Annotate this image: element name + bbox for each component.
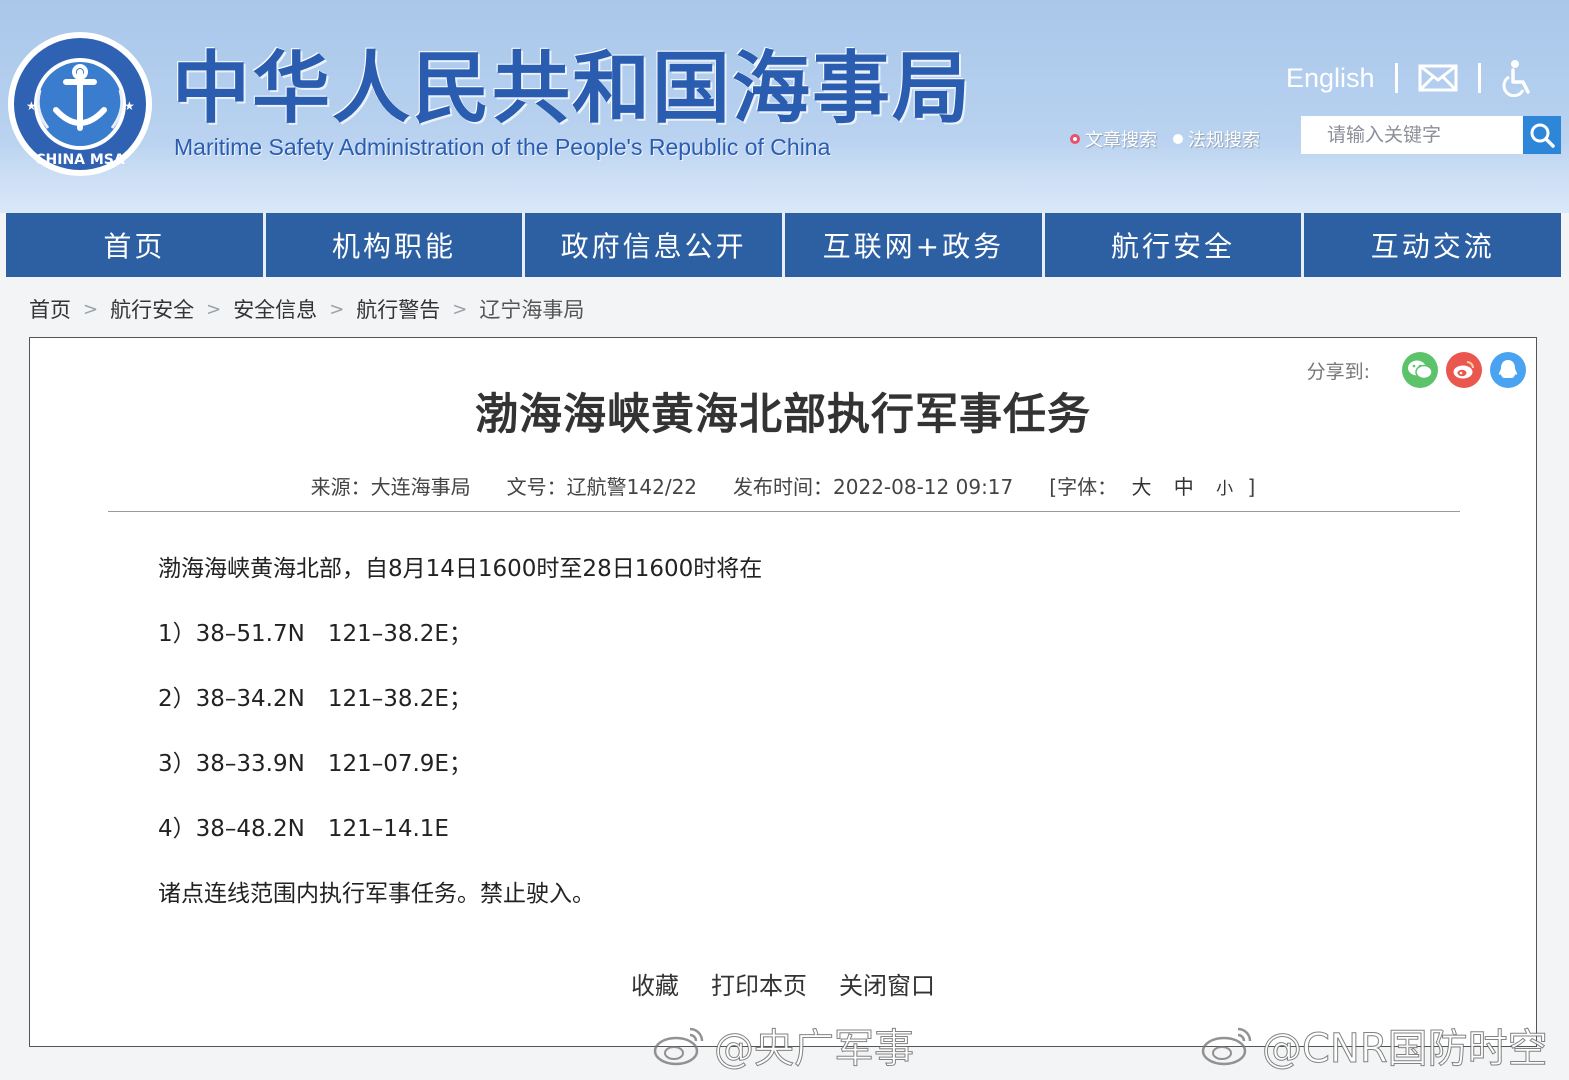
nav-item-home[interactable]: 首页 bbox=[6, 213, 266, 277]
top-links: English bbox=[1286, 58, 1535, 98]
divider bbox=[1394, 63, 1398, 93]
radio-regulation-search[interactable]: 法规搜索 bbox=[1173, 126, 1260, 152]
meta-source: 来源：大连海事局 bbox=[310, 475, 471, 499]
meta-doc-number: 文号：辽航警142/22 bbox=[506, 475, 698, 499]
breadcrumb-navigation-safety[interactable]: 航行安全 bbox=[110, 294, 194, 324]
radio-label: 法规搜索 bbox=[1188, 130, 1260, 151]
font-size-medium[interactable]: 中 bbox=[1174, 475, 1194, 499]
weibo-watermark-icon bbox=[653, 1027, 704, 1066]
nav-item-functions[interactable]: 机构职能 bbox=[265, 213, 526, 277]
radio-label: 文章搜索 bbox=[1085, 130, 1157, 151]
meta-divider bbox=[108, 511, 1460, 512]
radio-article-search[interactable]: 文章搜索 bbox=[1070, 126, 1157, 152]
font-size-bracket: ] bbox=[1247, 475, 1256, 499]
coordinate-item: 4）38–48.2N 121–14.1E bbox=[158, 816, 449, 842]
nav-item-interaction[interactable]: 互动交流 bbox=[1304, 213, 1562, 277]
font-size-small[interactable]: 小 bbox=[1216, 479, 1233, 499]
breadcrumb-nav-warning[interactable]: 航行警告 bbox=[356, 294, 440, 324]
breadcrumb-liaoning-msa[interactable]: 辽宁海事局 bbox=[479, 294, 584, 324]
article-panel: 分享到: 渤海海峡黄海北部执行军事任务 来源：大连海事局 文号：辽航警142/2… bbox=[29, 337, 1537, 1047]
breadcrumb-separator: > bbox=[83, 298, 99, 320]
nav-item-navigation-safety[interactable]: 航行安全 bbox=[1044, 213, 1305, 277]
watermark-text: @央广军事 bbox=[714, 1026, 915, 1073]
close-window-link[interactable]: 关闭窗口 bbox=[839, 966, 935, 1001]
breadcrumb-separator: > bbox=[452, 298, 468, 320]
print-link[interactable]: 打印本页 bbox=[711, 966, 807, 1001]
font-size-large[interactable]: 大 bbox=[1131, 475, 1151, 499]
svg-text:★: ★ bbox=[124, 99, 135, 113]
weibo-watermark-icon bbox=[1201, 1027, 1252, 1066]
breadcrumb-separator: > bbox=[206, 298, 222, 320]
coordinate-item: 3）38–33.9N 121–07.9E； bbox=[158, 751, 472, 777]
divider bbox=[1477, 63, 1481, 93]
font-size-label: [字体： bbox=[1049, 475, 1118, 499]
article-title: 渤海海峡黄海北部执行军事任务 bbox=[475, 390, 1091, 440]
msa-logo[interactable]: ★ ★ CHINA MSA bbox=[6, 30, 154, 178]
font-size-switcher: [字体： 大 中 小 ] bbox=[1049, 471, 1255, 500]
favorite-link[interactable]: 收藏 bbox=[631, 966, 679, 1001]
breadcrumb-home[interactable]: 首页 bbox=[29, 294, 71, 324]
meta-publish-time: 发布时间：2022-08-12 09:17 bbox=[733, 475, 1014, 499]
article-meta: 来源：大连海事局 文号：辽航警142/22 发布时间：2022-08-12 09… bbox=[30, 471, 1536, 500]
coordinate-item: 1）38–51.7N 121–38.2E； bbox=[158, 621, 472, 647]
search-input[interactable] bbox=[1301, 116, 1523, 154]
svg-text:CHINA MSA: CHINA MSA bbox=[35, 152, 125, 168]
search-button[interactable] bbox=[1523, 116, 1561, 154]
site-subtitle: Maritime Safety Administration of the Pe… bbox=[174, 134, 831, 160]
radio-dot[interactable] bbox=[1173, 134, 1183, 144]
watermark-text: @CNR国防时空 bbox=[1262, 1026, 1549, 1073]
main-nav: 首页 机构职能 政府信息公开 互联网+政务 航行安全 互动交流 bbox=[6, 213, 1562, 277]
site-header: ★ ★ CHINA MSA 中华人民共和国海事局 Maritime Safety… bbox=[0, 0, 1569, 213]
watermark-cnr-defense: @CNR国防时空 bbox=[1200, 1016, 1548, 1074]
watermark-cnr-military: @央广军事 bbox=[652, 1016, 915, 1074]
breadcrumb: 首页 > 航行安全 > 安全信息 > 航行警告 > 辽宁海事局 bbox=[29, 293, 584, 325]
article-actions: 收藏 打印本页 关闭窗口 bbox=[30, 966, 1536, 1001]
coordinate-item: 2）38–34.2N 121–38.2E； bbox=[158, 686, 472, 712]
search-options: 文章搜索 法规搜索 bbox=[1070, 126, 1276, 152]
radio-dot-selected[interactable] bbox=[1070, 134, 1080, 144]
search-icon bbox=[1530, 123, 1555, 148]
site-title[interactable]: 中华人民共和国海事局 bbox=[172, 44, 972, 134]
mail-icon[interactable] bbox=[1418, 64, 1458, 92]
accessibility-icon[interactable] bbox=[1501, 59, 1535, 97]
nav-item-gov-info[interactable]: 政府信息公开 bbox=[525, 213, 786, 277]
svg-text:★: ★ bbox=[26, 99, 37, 113]
breadcrumb-safety-info[interactable]: 安全信息 bbox=[233, 294, 317, 324]
breadcrumb-separator: > bbox=[329, 298, 345, 320]
body-paragraph: 渤海海峡黄海北部，自8月14日1600时至28日1600时将在 bbox=[158, 556, 763, 582]
english-link[interactable]: English bbox=[1286, 63, 1375, 94]
nav-item-internet-gov[interactable]: 互联网+政务 bbox=[785, 213, 1045, 277]
body-paragraph: 诸点连线范围内执行军事任务。禁止驶入。 bbox=[158, 881, 595, 907]
article-body: 渤海海峡黄海北部，自8月14日1600时至28日1600时将在 1）38–51.… bbox=[158, 551, 762, 941]
